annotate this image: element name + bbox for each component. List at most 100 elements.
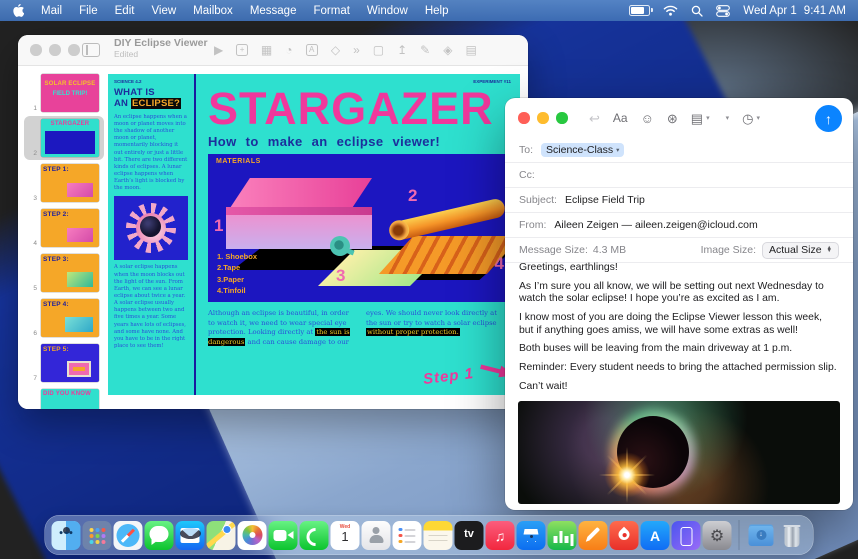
dock-settings[interactable] xyxy=(703,521,732,550)
menu-bar: Mail File Edit View Mailbox Message Form… xyxy=(0,0,858,21)
menu-mail[interactable]: Mail xyxy=(41,5,62,17)
shape-button[interactable]: ◇ xyxy=(331,44,340,56)
dock-appstore[interactable] xyxy=(641,521,670,550)
shoebox-top xyxy=(230,178,372,208)
dock-keynote[interactable] xyxy=(517,521,546,550)
send-later-icon[interactable]: ◷ xyxy=(742,112,760,125)
close-button[interactable] xyxy=(518,112,530,124)
message-paragraph[interactable]: I know most of you are doing the Eclipse… xyxy=(519,312,839,337)
image-size-label: Image Size: xyxy=(701,244,756,256)
slide-thumb-5[interactable]: STEP 3: xyxy=(41,254,99,292)
cc-field[interactable]: Cc: xyxy=(505,163,853,188)
from-field[interactable]: From: Aileen Zeigen — aileen.zeigen@iclo… xyxy=(505,213,853,238)
menu-mailbox[interactable]: Mailbox xyxy=(193,5,233,17)
sidebar-toggle-icon[interactable] xyxy=(82,43,100,57)
dock-pages[interactable] xyxy=(579,521,608,550)
message-paragraph[interactable]: Both buses will be leaving from the main… xyxy=(519,343,839,356)
subject-field[interactable]: Subject: Eclipse Field Trip xyxy=(505,188,853,213)
add-slide-button[interactable]: + xyxy=(236,44,248,56)
dock-games[interactable] xyxy=(610,521,639,550)
recipient-token[interactable]: Science-Class xyxy=(541,143,624,157)
menu-format[interactable]: Format xyxy=(313,5,349,17)
dock-numbers[interactable] xyxy=(548,521,577,550)
wifi-icon[interactable] xyxy=(663,5,678,16)
dock-music[interactable] xyxy=(486,521,515,550)
menu-edit[interactable]: Edit xyxy=(115,5,135,17)
more-button[interactable]: » xyxy=(353,44,360,56)
dock-messages[interactable] xyxy=(145,521,174,550)
dock-maps[interactable] xyxy=(207,521,236,550)
emoji-icon[interactable]: ☺ xyxy=(641,112,654,125)
zoom-button[interactable] xyxy=(68,44,80,56)
dock-launchpad[interactable] xyxy=(83,521,112,550)
minimize-button[interactable] xyxy=(537,112,549,124)
message-paragraph[interactable]: As I’m sure you all know, we will be set… xyxy=(519,281,839,306)
attach-icon[interactable] xyxy=(723,115,730,122)
slide-thumb-8[interactable]: DID YOU KNOW xyxy=(41,389,99,409)
dock-iphone-mirroring[interactable] xyxy=(672,521,701,550)
image-size-select[interactable]: Actual Size ▲▼ xyxy=(762,242,839,259)
dock-trash[interactable] xyxy=(778,521,807,550)
dock-notes[interactable] xyxy=(424,521,453,550)
menu-file[interactable]: File xyxy=(79,5,98,17)
apple-menu-icon[interactable] xyxy=(12,4,24,18)
dock-downloads[interactable] xyxy=(747,521,776,550)
materials-list-item: 2.Tape xyxy=(217,262,257,273)
comment-button[interactable]: ▢ xyxy=(373,44,384,56)
dock-facetime[interactable] xyxy=(269,521,298,550)
format-button[interactable]: ✎ xyxy=(420,44,430,56)
share-button[interactable]: ↥ xyxy=(397,44,407,56)
chart-button[interactable]: ◔ xyxy=(285,44,292,56)
mail-toolbar[interactable]: ↩ Aa ☺ ⊛ ▤ ◷ ↑ xyxy=(505,98,853,138)
undo-icon[interactable]: ↩ xyxy=(589,112,600,125)
experiment-label: EXPERIMENT #11 xyxy=(473,79,511,84)
dock-mail[interactable] xyxy=(176,521,205,550)
keynote-titlebar[interactable]: DIY Eclipse Viewer Edited ▶ + ▦ ◔ A ◇ xyxy=(18,35,528,66)
slide-thumb-7[interactable]: STEP 5: xyxy=(41,344,99,382)
menu-message[interactable]: Message xyxy=(250,5,297,17)
dock-tv[interactable]: tv xyxy=(455,521,484,550)
slide-thumb-4[interactable]: STEP 2: xyxy=(41,209,99,247)
battery-icon[interactable] xyxy=(629,5,650,16)
text-button[interactable]: A xyxy=(306,44,318,56)
slide-paragraph-2: A solar eclipse happens when the moon bl… xyxy=(114,264,188,350)
slide-subtitle: How to make an eclipse viewer! xyxy=(208,134,510,149)
stamp-icon[interactable]: ⊛ xyxy=(667,112,678,125)
menu-bar-clock[interactable]: Wed Apr 1 9:41 AM xyxy=(743,5,846,17)
slide-thumb-number: 5 xyxy=(27,285,37,292)
eclipse-photo-attachment[interactable] xyxy=(518,401,840,504)
document-button[interactable]: ▤ xyxy=(465,44,476,56)
dock-safari[interactable] xyxy=(114,521,143,550)
menu-window[interactable]: Window xyxy=(367,5,408,17)
control-center-icon[interactable] xyxy=(716,5,730,17)
slide-thumb-3[interactable]: STEP 1: xyxy=(41,164,99,202)
materials-box: MATERIALS 1 2 3 xyxy=(208,154,510,302)
dock-calendar[interactable]: Wed 1 xyxy=(331,521,360,550)
dock-contacts[interactable] xyxy=(362,521,391,550)
to-field[interactable]: To: Science-Class xyxy=(505,138,853,163)
send-button[interactable]: ↑ xyxy=(815,105,842,132)
keynote-body: 1 SOLAR ECLIPSE FIELD TRIP! 2 STARGAZER xyxy=(18,66,528,409)
zoom-button[interactable] xyxy=(556,112,568,124)
menu-view[interactable]: View xyxy=(151,5,176,17)
slide-thumb-2[interactable]: STARGAZER xyxy=(41,119,99,157)
dock-phone[interactable] xyxy=(300,521,329,550)
message-paragraph[interactable]: Can’t wait! xyxy=(519,381,839,394)
menu-help[interactable]: Help xyxy=(425,5,449,17)
slide-thumb-6[interactable]: STEP 4: xyxy=(41,299,99,337)
close-button[interactable] xyxy=(30,44,42,56)
dock-finder[interactable] xyxy=(52,521,81,550)
dock-reminders[interactable] xyxy=(393,521,422,550)
search-icon[interactable] xyxy=(691,5,703,17)
table-button[interactable]: ▦ xyxy=(261,44,272,56)
photo-browser-icon[interactable]: ▤ xyxy=(691,112,710,125)
message-paragraph[interactable]: Reminder: Every student needs to bring t… xyxy=(519,362,839,375)
slide-canvas[interactable]: SCIENCE 4.2 WHAT IS AN ECLIPSE? An eclip… xyxy=(108,74,520,395)
dock-photos[interactable] xyxy=(238,521,267,550)
minimize-button[interactable] xyxy=(49,44,61,56)
slide-thumb-1[interactable]: SOLAR ECLIPSE FIELD TRIP! xyxy=(41,74,99,112)
format-icon[interactable]: Aa xyxy=(613,112,628,124)
message-paragraph[interactable]: Greetings, earthlings! xyxy=(519,262,839,275)
play-button[interactable]: ▶ xyxy=(214,44,223,56)
animate-button[interactable]: ◈ xyxy=(443,44,452,56)
